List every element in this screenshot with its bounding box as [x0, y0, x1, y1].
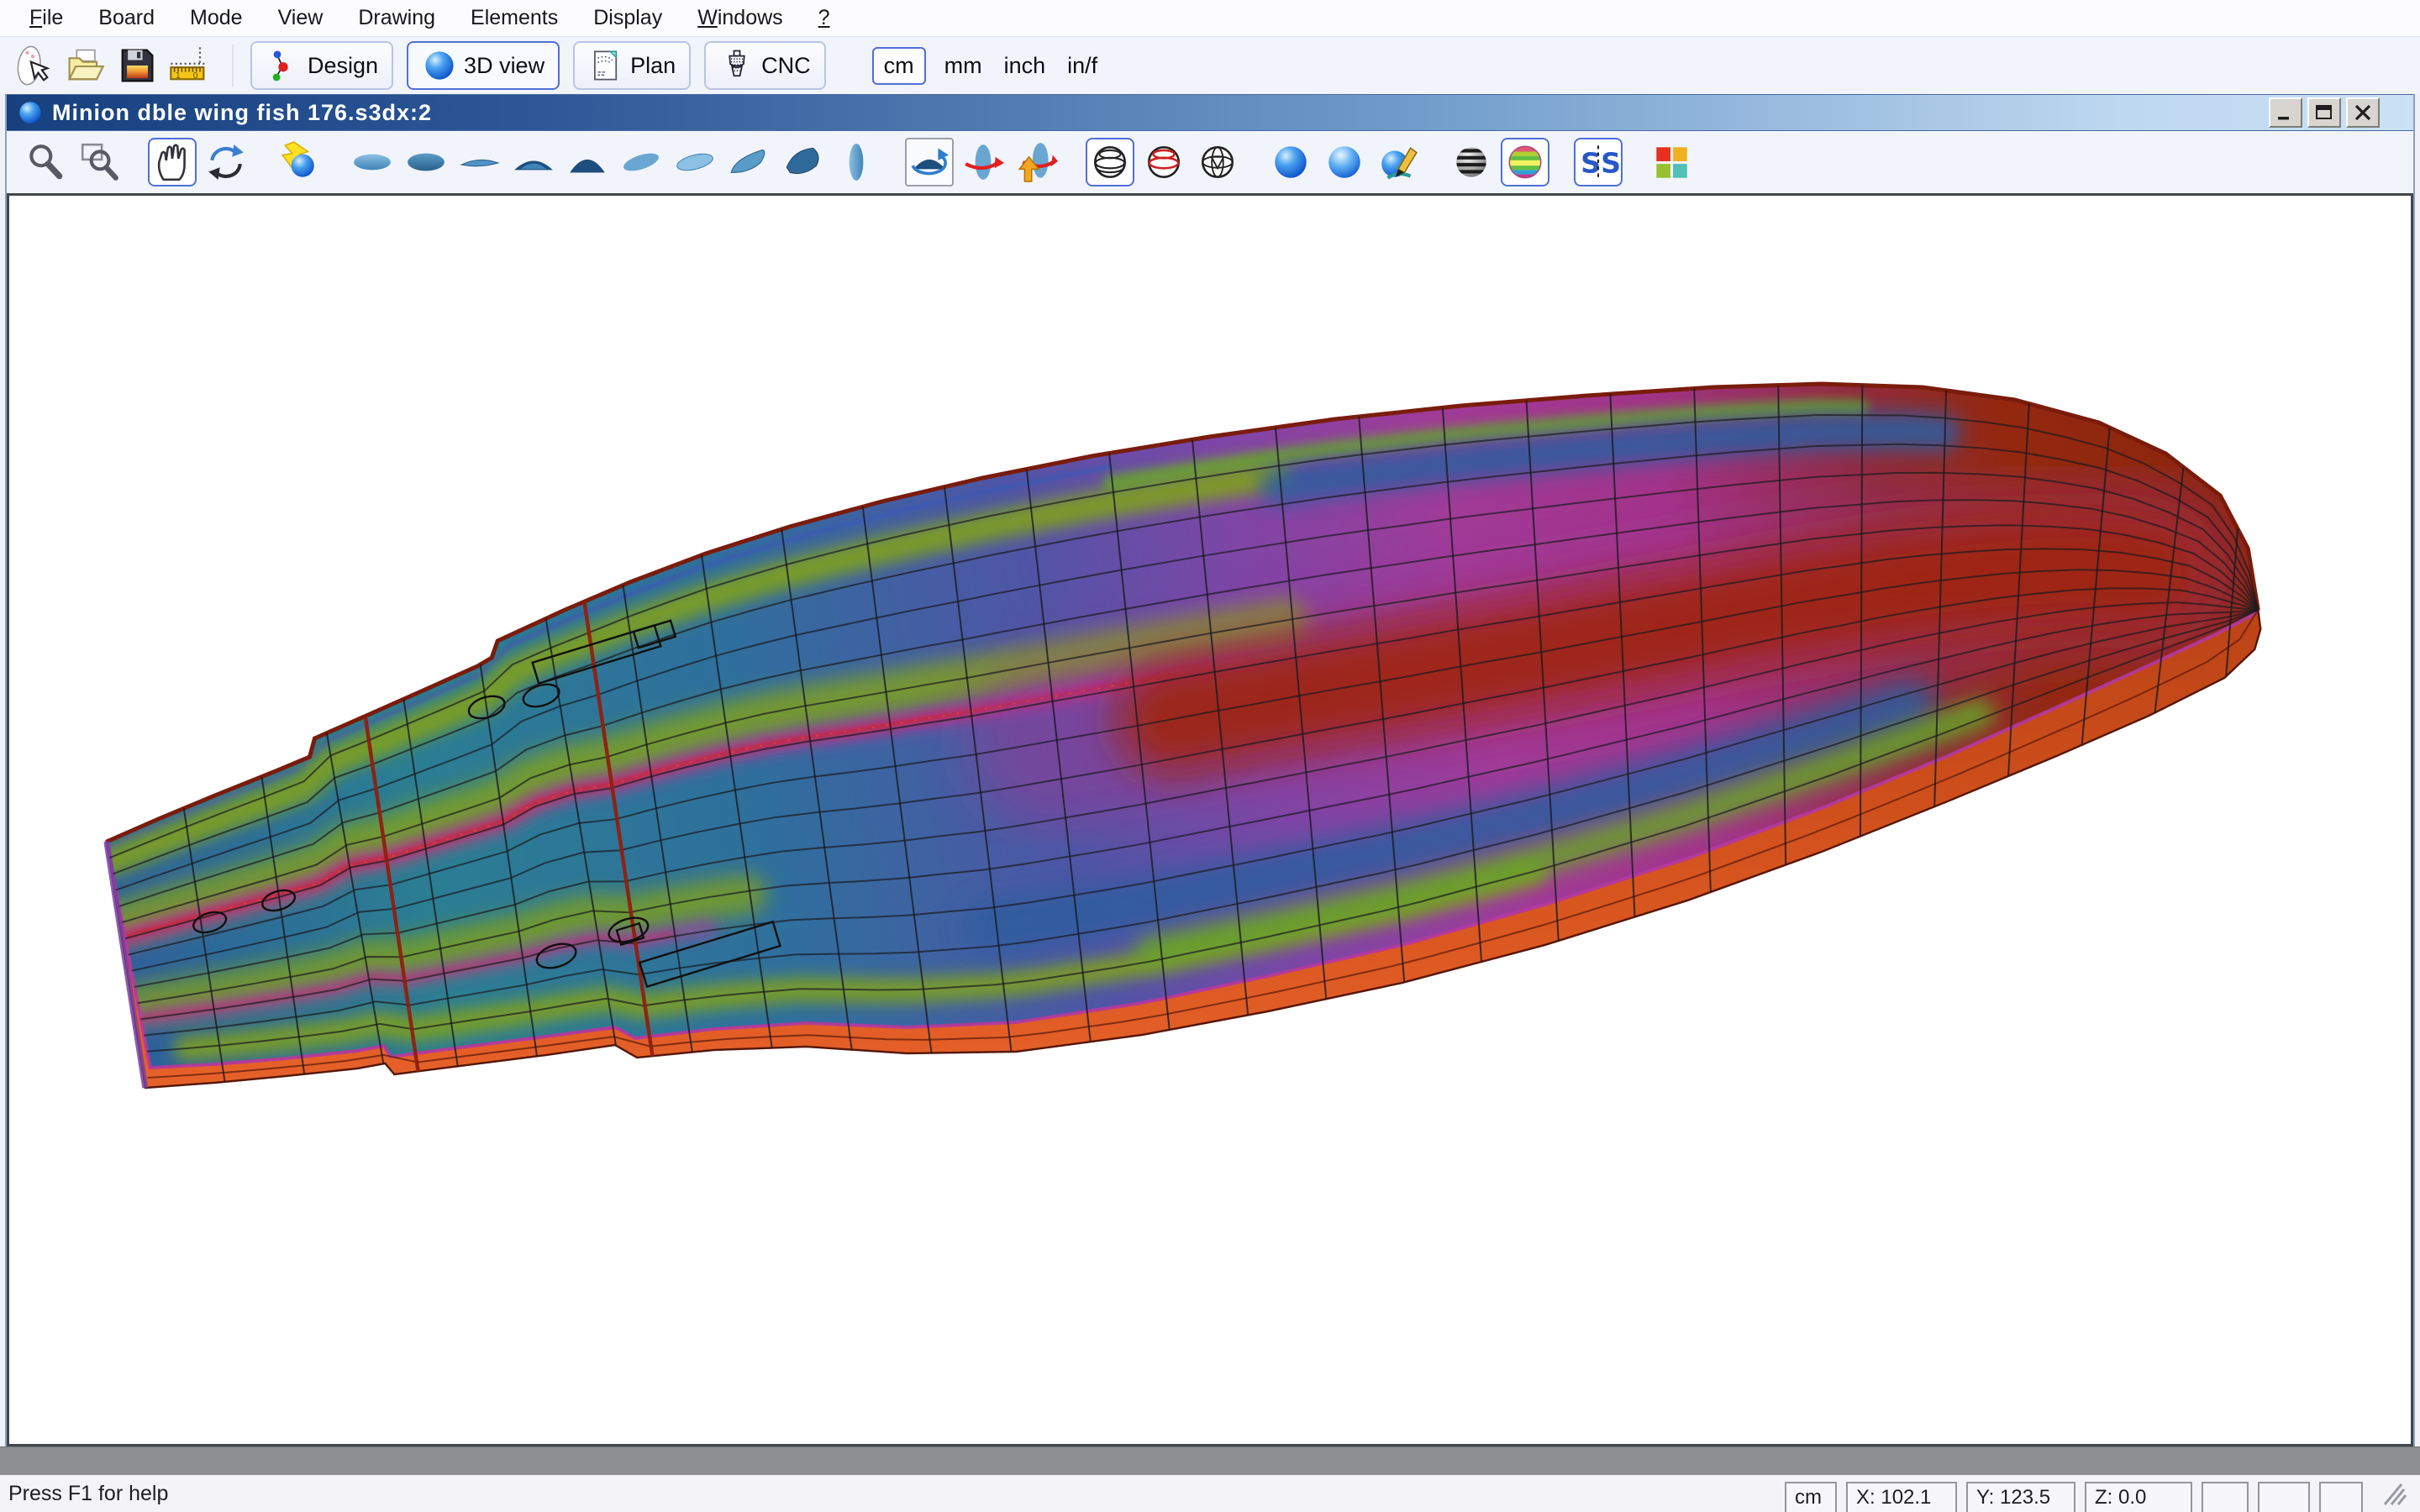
sphere-blue-icon	[422, 48, 457, 83]
view-toolbar: SS	[7, 131, 2413, 193]
application-window: FileBoardModeViewDrawingElementsDisplayW…	[0, 0, 2420, 1512]
viewport-3d[interactable]	[7, 193, 2413, 1446]
rotate-horizontal-icon[interactable]	[959, 138, 1007, 186]
top-view-icon[interactable]	[348, 138, 397, 186]
menu-item-mode[interactable]: Mode	[172, 6, 260, 30]
unit-inch-button[interactable]: inch	[1004, 53, 1046, 79]
resize-grip-icon[interactable]	[2376, 1479, 2408, 1508]
menu-item-elements[interactable]: Elements	[453, 6, 576, 30]
document-title: Minion dble wing fish 176.s3dx:2	[52, 100, 432, 126]
unit-inf-button[interactable]: in/f	[1067, 53, 1097, 79]
new-board-icon[interactable]	[7, 40, 59, 91]
open-file-icon[interactable]	[59, 40, 111, 91]
menu-item-board[interactable]: Board	[81, 6, 172, 30]
document-window: Minion dble wing fish 176.s3dx:2 SS	[5, 94, 2415, 1446]
back-view-icon[interactable]	[563, 138, 612, 186]
document-icon	[17, 99, 44, 126]
close-button[interactable]	[2346, 97, 2380, 128]
stripes-view-icon[interactable]	[1447, 138, 1496, 186]
perspective-deck-view-icon[interactable]	[724, 138, 773, 186]
plan-sheet-icon	[588, 48, 623, 83]
mode-button-label: CNC	[761, 53, 811, 79]
mode-button-label: 3D view	[464, 53, 544, 79]
auto-rotation-icon[interactable]	[905, 138, 954, 186]
menu-item-drawing[interactable]: Drawing	[340, 6, 453, 30]
lighting-icon[interactable]	[275, 138, 324, 186]
empty-cell	[2202, 1482, 2249, 1512]
cnc-bit-icon	[719, 48, 755, 83]
main-toolbar: 10 Design3D viewPlanCNC cmmminchin/f	[0, 37, 2420, 94]
surfboard-3d-render	[9, 196, 2411, 1444]
3d-view-mode-button[interactable]: 3D view	[407, 41, 560, 90]
color-panels-icon[interactable]	[1647, 138, 1696, 186]
mode-buttons-group: Design 3D view Plan CNC	[250, 41, 839, 90]
minimize-button[interactable]	[2269, 97, 2302, 128]
unit-cm-button[interactable]: cm	[872, 47, 926, 85]
svg-text:0: 0	[192, 71, 197, 81]
measurements-icon[interactable]: 10	[163, 40, 215, 91]
status-cells: cm X: 102.1 Y: 123.5 Z: 0.0	[1776, 1475, 2363, 1512]
perspective-rail-view-icon[interactable]	[778, 138, 827, 186]
mdi-background-strip	[0, 1446, 2420, 1475]
status-help-text: Press F1 for help	[8, 1482, 168, 1506]
end-view-icon[interactable]	[832, 138, 881, 186]
svg-text:1: 1	[176, 71, 181, 81]
smooth-view-icon[interactable]	[1320, 138, 1369, 186]
unit-mm-button[interactable]: mm	[944, 53, 982, 79]
front-view-icon[interactable]	[509, 138, 558, 186]
document-title-bar[interactable]: Minion dble wing fish 176.s3dx:2	[7, 94, 2413, 131]
z-coordinate-cell: Z: 0.0	[2085, 1482, 2192, 1512]
file-tools-group: 10	[7, 40, 215, 91]
shaded-view-icon[interactable]	[1266, 138, 1315, 186]
wireframe-view-icon[interactable]	[1086, 138, 1134, 186]
curvature-map-view-icon[interactable]	[1501, 138, 1549, 186]
cnc-mode-button[interactable]: CNC	[704, 41, 826, 90]
menu-item-display[interactable]: Display	[576, 6, 680, 30]
flip-board-icon[interactable]	[1013, 138, 1061, 186]
mode-button-label: Plan	[630, 53, 676, 79]
design-mode-button[interactable]: Design	[250, 41, 393, 90]
menu-item-file[interactable]: File	[12, 6, 81, 30]
paint-view-icon[interactable]	[1374, 138, 1423, 186]
restore-button[interactable]	[2307, 97, 2341, 128]
menu-item-windows[interactable]: Windows	[680, 6, 800, 30]
x-coordinate-cell: X: 102.1	[1846, 1482, 1957, 1512]
wireframe-guides-view-icon[interactable]	[1139, 138, 1188, 186]
mesh-view-icon[interactable]	[1193, 138, 1242, 186]
bottom-view-icon[interactable]	[402, 138, 450, 186]
side-view-icon[interactable]	[455, 138, 504, 186]
empty-cell	[2258, 1482, 2310, 1512]
empty-cell	[2319, 1482, 2363, 1512]
perspective-top-view-icon[interactable]	[617, 138, 666, 186]
plan-mode-button[interactable]: Plan	[573, 41, 691, 90]
rotate-3d-icon[interactable]	[202, 138, 250, 186]
zoom-icon[interactable]	[21, 138, 70, 186]
save-icon[interactable]	[111, 40, 163, 91]
zoom-window-icon[interactable]	[75, 138, 124, 186]
menu-item-[interactable]: ?	[801, 6, 848, 30]
unit-cell: cm	[1785, 1482, 1837, 1512]
perspective-bottom-view-icon[interactable]	[671, 138, 719, 186]
symmetry-check-icon[interactable]: SS	[1574, 138, 1623, 186]
design-nodes-icon	[266, 48, 301, 83]
window-controls	[2269, 97, 2380, 128]
toolbar-separator	[232, 45, 234, 87]
mode-button-label: Design	[308, 53, 378, 79]
menu-bar: FileBoardModeViewDrawingElementsDisplayW…	[0, 0, 2420, 37]
units-group: cmmminch in/f	[865, 47, 1109, 85]
status-bar: Press F1 for help cm X: 102.1 Y: 123.5 Z: 0…	[0, 1475, 2420, 1512]
y-coordinate-cell: Y: 123.5	[1966, 1482, 2075, 1512]
menu-item-view[interactable]: View	[260, 6, 341, 30]
pan-hand-icon[interactable]	[148, 138, 197, 186]
svg-text:S: S	[1601, 147, 1619, 180]
